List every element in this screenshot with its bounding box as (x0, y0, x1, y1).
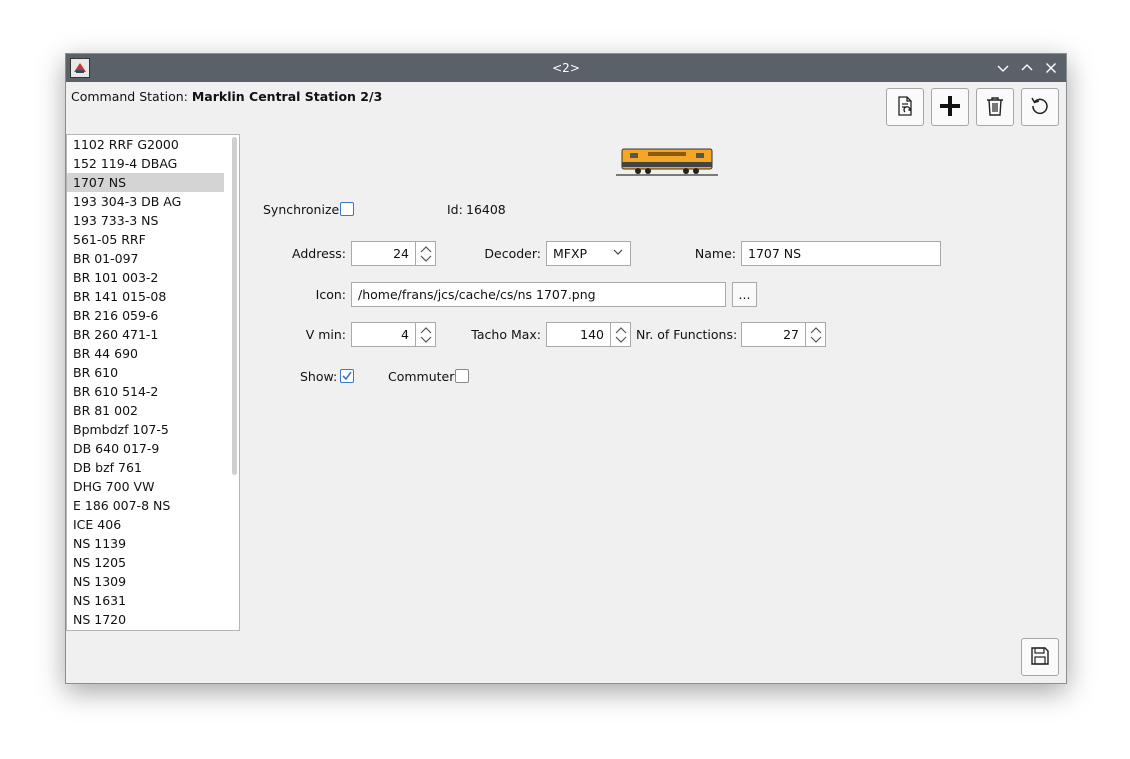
browse-button[interactable]: ... (732, 282, 757, 307)
list-item[interactable]: 1707 NS (67, 173, 224, 192)
delete-icon (984, 95, 1006, 120)
list-item[interactable]: 561-05 RRF (67, 230, 224, 249)
list-item[interactable]: ICE 406 (67, 515, 224, 534)
command-station-label: Command Station: (71, 89, 188, 104)
synchronize-file-icon (894, 95, 916, 120)
delete-locomotive-button[interactable] (976, 88, 1014, 126)
functions-label: Nr. of Functions: (636, 327, 738, 342)
list-scrollbar[interactable] (232, 137, 237, 475)
name-field[interactable]: 1707 NS (741, 241, 941, 266)
list-item[interactable]: 193 304-3 DB AG (67, 192, 224, 211)
id-value: 16408 (466, 202, 506, 217)
list-item[interactable]: BR 610 514-2 (67, 382, 224, 401)
vmin-spinner[interactable]: 4 (351, 322, 416, 347)
commuter-checkbox[interactable] (455, 369, 469, 383)
functions-spinner[interactable]: 27 (741, 322, 806, 347)
list-item[interactable]: BR 141 015-08 (67, 287, 224, 306)
refresh-button[interactable] (1021, 88, 1059, 126)
decoder-label: Decoder: (484, 246, 541, 261)
locomotive-list[interactable]: 1102 RRF G2000 152 119-4 DBAG 1707 NS 193 3… (66, 134, 240, 631)
chevron-down-icon (612, 242, 624, 265)
list-item[interactable]: BR 81 002 (67, 401, 224, 420)
tacho-max-spinner-arrows[interactable] (611, 322, 631, 347)
list-item[interactable]: BR 44 690 (67, 344, 224, 363)
window-title: <2> (552, 61, 580, 75)
save-button[interactable] (1021, 638, 1059, 676)
list-item[interactable]: DB 640 017-9 (67, 439, 224, 458)
add-locomotive-button[interactable] (931, 88, 969, 126)
list-item[interactable]: BR 610 (67, 363, 224, 382)
tacho-max-spinner[interactable]: 140 (546, 322, 611, 347)
icon-label: Icon: (315, 287, 346, 302)
list-item[interactable]: BR 260 471-1 (67, 325, 224, 344)
list-item[interactable]: DB bzf 761 (67, 458, 224, 477)
synchronize-checkbox[interactable] (340, 202, 354, 216)
title-bar[interactable]: <2> (66, 54, 1066, 82)
vmin-label: V min: (305, 327, 346, 342)
checkmark-icon (341, 370, 353, 382)
command-station-value: Marklin Central Station 2/3 (191, 89, 383, 104)
close-icon[interactable] (1043, 60, 1059, 76)
decoder-value: MFXP (553, 246, 588, 261)
icon-path-field[interactable]: /home/frans/jcs/cache/cs/ns 1707.png (351, 282, 726, 307)
show-checkbox[interactable] (340, 369, 354, 383)
show-label: Show: (300, 369, 338, 384)
list-item[interactable]: NS 1631 (67, 591, 224, 610)
command-station: Command Station: Marklin Central Station… (71, 89, 382, 104)
list-item[interactable]: 193 733-3 NS (67, 211, 224, 230)
decoder-select[interactable]: MFXP (546, 241, 631, 266)
commuter-label: Commuter: (388, 369, 459, 384)
address-spinner-arrows[interactable] (416, 241, 436, 266)
list-item[interactable]: NS 1139 (67, 534, 224, 553)
list-item[interactable]: 1102 RRF G2000 (67, 135, 224, 154)
list-item[interactable]: BR 216 059-6 (67, 306, 224, 325)
list-item[interactable]: NS 1309 (67, 572, 224, 591)
locomotive-dialog: <2> Command Station: Marklin Central Sta… (65, 53, 1067, 684)
locomotive-image (616, 146, 718, 181)
functions-spinner-arrows[interactable] (806, 322, 826, 347)
list-item[interactable]: E 186 007-8 NS (67, 496, 224, 515)
list-item[interactable]: BR 101 003-2 (67, 268, 224, 287)
list-item[interactable]: BR 01-097 (67, 249, 224, 268)
list-item[interactable]: NS 1720 (67, 610, 224, 629)
list-item[interactable]: NS 1205 (67, 553, 224, 572)
vmin-spinner-arrows[interactable] (416, 322, 436, 347)
id-label: Id: (447, 202, 463, 217)
locomotive-list-items: 1102 RRF G2000 152 119-4 DBAG 1707 NS 193 3… (67, 135, 239, 629)
list-item[interactable]: 152 119-4 DBAG (67, 154, 224, 173)
name-label: Name: (694, 246, 736, 261)
save-icon (1029, 645, 1051, 670)
list-item[interactable]: Bpmbdzf 107-5 (67, 420, 224, 439)
synchronize-button[interactable] (886, 88, 924, 126)
tacho-max-label: Tacho Max: (471, 327, 541, 342)
add-icon (938, 94, 962, 121)
minimize-icon[interactable] (995, 60, 1011, 76)
refresh-icon (1029, 95, 1051, 120)
address-label: Address: (292, 246, 346, 261)
list-item[interactable]: DHG 700 VW (67, 477, 224, 496)
maximize-icon[interactable] (1019, 60, 1035, 76)
address-spinner[interactable]: 24 (351, 241, 416, 266)
synchronize-label: Synchronize: (263, 202, 344, 217)
